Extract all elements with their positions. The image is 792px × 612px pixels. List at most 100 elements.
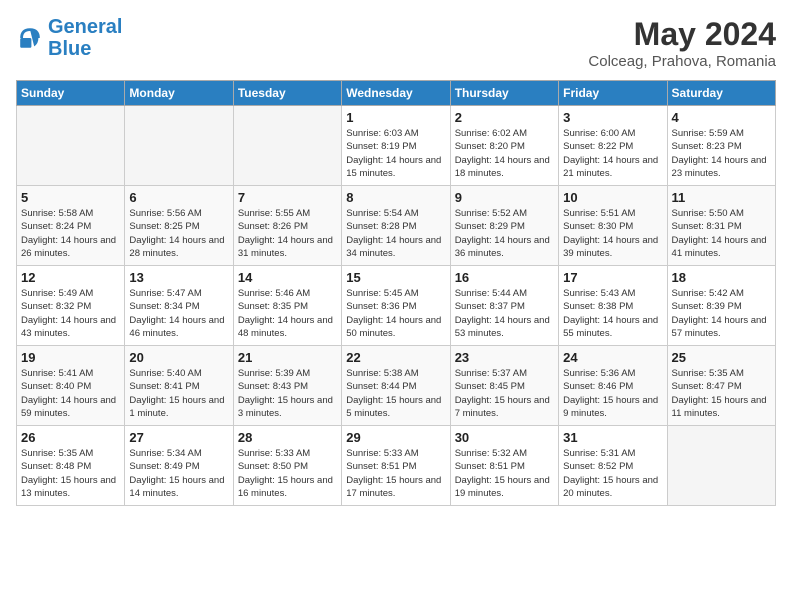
day-number: 9 — [455, 190, 554, 205]
calendar-cell: 7 Sunrise: 5:55 AMSunset: 8:26 PMDaylight… — [233, 186, 341, 266]
day-number: 2 — [455, 110, 554, 125]
day-info: Sunrise: 5:39 AMSunset: 8:43 PMDaylight:… — [238, 367, 337, 420]
day-info: Sunrise: 5:38 AMSunset: 8:44 PMDaylight:… — [346, 367, 445, 420]
calendar-cell: 8Sunrise: 5:54 AMSunset: 8:28 PMDaylight… — [342, 186, 450, 266]
day-header-friday: Friday — [559, 81, 667, 106]
day-number: 27 — [129, 430, 228, 445]
calendar-cell: 24Sunrise: 5:36 AMSunset: 8:46 PMDayligh… — [559, 346, 667, 426]
day-info: Sunrise: 5:35 AMSunset: 8:48 PMDaylight:… — [21, 447, 120, 500]
calendar-cell: 16Sunrise: 5:44 AMSunset: 8:37 PMDayligh… — [450, 266, 558, 346]
calendar-cell: 3 Sunrise: 6:00 AMSunset: 8:22 PMDaylight… — [559, 106, 667, 186]
day-info: Sunrise: 5:49 AMSunset: 8:32 PMDaylight:… — [21, 287, 120, 340]
week-row-5: 26Sunrise: 5:35 AMSunset: 8:48 PMDayligh… — [17, 426, 776, 506]
day-number: 31 — [563, 430, 662, 445]
day-number: 29 — [346, 430, 445, 445]
logo-icon — [16, 24, 44, 52]
calendar-cell: 4 Sunrise: 5:59 AMSunset: 8:23 PMDaylight… — [667, 106, 775, 186]
day-number: 10 — [563, 190, 662, 205]
day-info: Sunrise: 5:50 AMSunset: 8:31 PMDaylight:… — [672, 207, 771, 260]
day-info: Sunrise: 6:03 AMSunset: 8:19 PMDaylight:… — [346, 127, 445, 180]
calendar-cell: 22 Sunrise: 5:38 AMSunset: 8:44 PMDayligh… — [342, 346, 450, 426]
day-header-saturday: Saturday — [667, 81, 775, 106]
day-number: 20 — [129, 350, 228, 365]
day-number: 22 — [346, 350, 445, 365]
header-row: SundayMondayTuesdayWednesdayThursdayFrid… — [17, 81, 776, 106]
page-header: General Blue May 2024 Colceag, Prahova, … — [16, 16, 776, 70]
day-number: 25 — [672, 350, 771, 365]
day-header-tuesday: Tuesday — [233, 81, 341, 106]
day-info: Sunrise: 5:46 AMSunset: 8:35 PMDaylight:… — [238, 287, 337, 340]
calendar-cell: 17Sunrise: 5:43 AMSunset: 8:38 PMDayligh… — [559, 266, 667, 346]
day-info: Sunrise: 5:58 AMSunset: 8:24 PMDaylight:… — [21, 207, 120, 260]
calendar-cell: 6 Sunrise: 5:56 AMSunset: 8:25 PMDaylight… — [125, 186, 233, 266]
logo: General Blue — [16, 16, 122, 60]
day-number: 16 — [455, 270, 554, 285]
calendar-cell — [667, 426, 775, 506]
calendar-table: SundayMondayTuesdayWednesdayThursdayFrid… — [16, 80, 776, 506]
day-info: Sunrise: 5:56 AMSunset: 8:25 PMDaylight:… — [129, 207, 228, 260]
calendar-cell: 1 Sunrise: 6:03 AMSunset: 8:19 PMDaylight… — [342, 106, 450, 186]
day-number: 8 — [346, 190, 445, 205]
day-number: 3 — [563, 110, 662, 125]
month-year: May 2024 — [588, 16, 776, 53]
calendar-cell — [17, 106, 125, 186]
day-number: 23 — [455, 350, 554, 365]
calendar-header: SundayMondayTuesdayWednesdayThursdayFrid… — [17, 81, 776, 106]
day-number: 13 — [129, 270, 228, 285]
day-info: Sunrise: 5:33 AMSunset: 8:50 PMDaylight:… — [238, 447, 337, 500]
calendar-cell: 27 Sunrise: 5:34 AMSunset: 8:49 PMDayligh… — [125, 426, 233, 506]
calendar-cell — [233, 106, 341, 186]
day-info: Sunrise: 5:37 AMSunset: 8:45 PMDaylight:… — [455, 367, 554, 420]
day-header-monday: Monday — [125, 81, 233, 106]
calendar-cell: 20Sunrise: 5:40 AMSunset: 8:41 PMDayligh… — [125, 346, 233, 426]
calendar-cell: 2 Sunrise: 6:02 AMSunset: 8:20 PMDaylight… — [450, 106, 558, 186]
day-info: Sunrise: 5:59 AMSunset: 8:23 PMDaylight:… — [672, 127, 771, 180]
day-info: Sunrise: 5:43 AMSunset: 8:38 PMDaylight:… — [563, 287, 662, 340]
day-info: Sunrise: 5:55 AMSunset: 8:26 PMDaylight:… — [238, 207, 337, 260]
calendar-cell: 28 Sunrise: 5:33 AMSunset: 8:50 PMDayligh… — [233, 426, 341, 506]
week-row-3: 12 Sunrise: 5:49 AMSunset: 8:32 PMDayligh… — [17, 266, 776, 346]
day-info: Sunrise: 5:34 AMSunset: 8:49 PMDaylight:… — [129, 447, 228, 500]
calendar-cell: 30Sunrise: 5:32 AMSunset: 8:51 PMDayligh… — [450, 426, 558, 506]
calendar-cell: 13Sunrise: 5:47 AMSunset: 8:34 PMDayligh… — [125, 266, 233, 346]
day-number: 28 — [238, 430, 337, 445]
calendar-cell: 10 Sunrise: 5:51 AMSunset: 8:30 PMDayligh… — [559, 186, 667, 266]
day-number: 18 — [672, 270, 771, 285]
day-info: Sunrise: 6:02 AMSunset: 8:20 PMDaylight:… — [455, 127, 554, 180]
day-number: 24 — [563, 350, 662, 365]
day-info: Sunrise: 5:42 AMSunset: 8:39 PMDaylight:… — [672, 287, 771, 340]
day-number: 12 — [21, 270, 120, 285]
calendar-cell: 31 Sunrise: 5:31 AMSunset: 8:52 PMDayligh… — [559, 426, 667, 506]
day-info: Sunrise: 5:51 AMSunset: 8:30 PMDaylight:… — [563, 207, 662, 260]
calendar-cell: 12 Sunrise: 5:49 AMSunset: 8:32 PMDayligh… — [17, 266, 125, 346]
day-number: 6 — [129, 190, 228, 205]
calendar-cell: 26Sunrise: 5:35 AMSunset: 8:48 PMDayligh… — [17, 426, 125, 506]
day-number: 15 — [346, 270, 445, 285]
week-row-4: 19Sunrise: 5:41 AMSunset: 8:40 PMDayligh… — [17, 346, 776, 426]
calendar-cell: 25 Sunrise: 5:35 AMSunset: 8:47 PMDayligh… — [667, 346, 775, 426]
calendar-cell: 29 Sunrise: 5:33 AMSunset: 8:51 PMDayligh… — [342, 426, 450, 506]
logo-line1: General — [48, 16, 122, 38]
day-info: Sunrise: 6:00 AMSunset: 8:22 PMDaylight:… — [563, 127, 662, 180]
week-row-1: 1 Sunrise: 6:03 AMSunset: 8:19 PMDaylight… — [17, 106, 776, 186]
day-info: Sunrise: 5:41 AMSunset: 8:40 PMDaylight:… — [21, 367, 120, 420]
calendar-cell: 23 Sunrise: 5:37 AMSunset: 8:45 PMDayligh… — [450, 346, 558, 426]
day-number: 1 — [346, 110, 445, 125]
day-number: 4 — [672, 110, 771, 125]
day-info: Sunrise: 5:35 AMSunset: 8:47 PMDaylight:… — [672, 367, 771, 420]
calendar-cell: 19Sunrise: 5:41 AMSunset: 8:40 PMDayligh… — [17, 346, 125, 426]
day-number: 11 — [672, 190, 771, 205]
calendar-cell: 5 Sunrise: 5:58 AMSunset: 8:24 PMDaylight… — [17, 186, 125, 266]
location: Colceag, Prahova, Romania — [588, 53, 776, 70]
title-block: May 2024 Colceag, Prahova, Romania — [588, 16, 776, 70]
day-info: Sunrise: 5:31 AMSunset: 8:52 PMDaylight:… — [563, 447, 662, 500]
day-number: 5 — [21, 190, 120, 205]
day-number: 21 — [238, 350, 337, 365]
calendar-body: 1 Sunrise: 6:03 AMSunset: 8:19 PMDaylight… — [17, 106, 776, 506]
week-row-2: 5 Sunrise: 5:58 AMSunset: 8:24 PMDaylight… — [17, 186, 776, 266]
day-number: 7 — [238, 190, 337, 205]
calendar-cell: 14Sunrise: 5:46 AMSunset: 8:35 PMDayligh… — [233, 266, 341, 346]
day-info: Sunrise: 5:33 AMSunset: 8:51 PMDaylight:… — [346, 447, 445, 500]
calendar-cell: 9Sunrise: 5:52 AMSunset: 8:29 PMDaylight… — [450, 186, 558, 266]
day-header-wednesday: Wednesday — [342, 81, 450, 106]
